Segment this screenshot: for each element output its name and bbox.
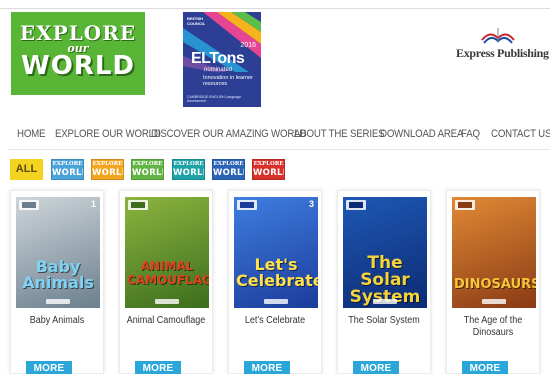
filter-series-2[interactable]: EXPLORE WORLD — [91, 159, 124, 180]
filter-series-6-line1: EXPLORE — [253, 161, 284, 167]
book-title[interactable]: Animal Camouflage — [126, 315, 206, 327]
filter-series-2-line2: WORLD — [92, 168, 123, 178]
award-year: 2016 — [240, 42, 256, 49]
book-title[interactable]: The Solar System — [344, 315, 423, 327]
filter-series-4-line2: WORLD — [173, 168, 204, 178]
cover-title: Let's Celebrate! — [236, 255, 318, 290]
more-button[interactable]: MORE — [244, 361, 290, 374]
book-card: ANIMAL CAMOUFLAGE Animal Camouflage MORE — [119, 190, 213, 374]
series-badge — [455, 200, 475, 210]
series-badge — [237, 200, 257, 210]
filter-series-1-line1: EXPLORE — [52, 161, 83, 167]
logo-line3: WORLD — [21, 51, 135, 81]
award-category: Innovation in learner resources — [203, 75, 253, 87]
explore-our-world-logo[interactable]: EXPLORE our WORLD — [11, 12, 145, 95]
filter-series-1[interactable]: EXPLORE WORLD — [51, 159, 84, 180]
book-cover[interactable]: ANIMAL CAMOUFLAGE — [125, 197, 209, 308]
filter-series-1-line2: WORLD — [52, 168, 83, 178]
publisher-logo[interactable]: Express Publishing — [454, 24, 550, 64]
filter-series-5-line2: WORLD — [213, 168, 244, 178]
award-sponsor: CAMBRIDGE ENGLISH Language Assessment — [187, 95, 242, 103]
nav-download-area[interactable]: DOWNLOAD AREA — [380, 128, 463, 140]
nav-divider — [8, 149, 550, 150]
nav-discover[interactable]: DISCOVER OUR AMAZING WORLD — [151, 128, 306, 140]
book-card: 1 Baby Animals Baby Animals MORE — [10, 190, 104, 374]
cover-title: ANIMAL CAMOUFLAGE — [127, 259, 209, 287]
nav-about-series[interactable]: ABOUT THE SERIES — [294, 128, 385, 140]
filter-series-4-line1: EXPLORE — [173, 161, 204, 167]
book-cover[interactable]: 3 Let's Celebrate! — [234, 197, 318, 308]
open-book-icon — [481, 28, 515, 44]
filter-series-3[interactable]: EXPLORE WORLD — [131, 159, 164, 180]
nav-home[interactable]: HOME — [17, 128, 46, 140]
nav-contact-us[interactable]: CONTACT US — [491, 128, 550, 140]
filter-series-5[interactable]: EXPLORE WORLD — [212, 159, 245, 180]
filter-series-3-line2: WORLD — [132, 168, 163, 178]
award-org: BRITISH COUNCIL — [187, 16, 206, 26]
level-number: 3 — [308, 199, 314, 209]
publisher-mark — [264, 299, 288, 304]
publisher-name: Express Publishing — [456, 46, 549, 60]
more-button[interactable]: MORE — [26, 361, 72, 374]
main-nav: HOME EXPLORE OUR WORLD DISCOVER OUR AMAZ… — [8, 126, 550, 144]
more-button[interactable]: MORE — [135, 361, 181, 374]
book-cover[interactable]: DINOSAURS — [452, 197, 536, 308]
nav-faq[interactable]: FAQ — [461, 128, 480, 140]
series-badge — [19, 200, 39, 210]
filter-series-3-line1: EXPLORE — [132, 161, 163, 167]
book-title[interactable]: The Age of the Dinosaurs — [453, 315, 532, 339]
book-cover[interactable]: 1 Baby Animals — [16, 197, 100, 308]
filter-series-2-line1: EXPLORE — [92, 161, 123, 167]
award-status: nominated — [204, 67, 233, 73]
filter-all[interactable]: ALL — [10, 159, 43, 180]
book-title[interactable]: Baby Animals — [17, 315, 96, 327]
book-card: 3 Let's Celebrate! Let's Celebrate MORE — [228, 190, 322, 374]
publisher-mark — [46, 299, 70, 304]
more-button[interactable]: MORE — [462, 361, 508, 374]
filter-series-4[interactable]: EXPLORE WORLD — [172, 159, 205, 180]
series-badge — [128, 200, 148, 210]
book-cover[interactable]: The Solar System — [343, 197, 427, 308]
filter-series-6[interactable]: EXPLORE WORLD — [252, 159, 285, 180]
filter-series-6-line2: WORLD — [253, 168, 284, 178]
nav-explore-our-world[interactable]: EXPLORE OUR WORLD — [55, 128, 161, 140]
cover-title: Baby Animals — [22, 257, 94, 292]
filter-series-5-line1: EXPLORE — [213, 161, 244, 167]
series-badge — [346, 200, 366, 210]
book-title[interactable]: Let's Celebrate — [235, 315, 314, 327]
cover-title: DINOSAURS — [454, 277, 536, 292]
more-button[interactable]: MORE — [353, 361, 399, 374]
book-card: The Solar System The Solar System MORE — [337, 190, 431, 374]
eltons-award-badge: BRITISH COUNCIL 2016 ELTons nominated In… — [183, 12, 261, 107]
award-name: ELTons — [191, 50, 245, 67]
publisher-mark — [482, 299, 506, 304]
level-number: 1 — [90, 199, 96, 209]
publisher-mark — [373, 299, 397, 304]
top-divider — [0, 8, 550, 9]
book-card: DINOSAURS The Age of the Dinosaurs MORE — [446, 190, 540, 374]
publisher-mark — [155, 299, 179, 304]
